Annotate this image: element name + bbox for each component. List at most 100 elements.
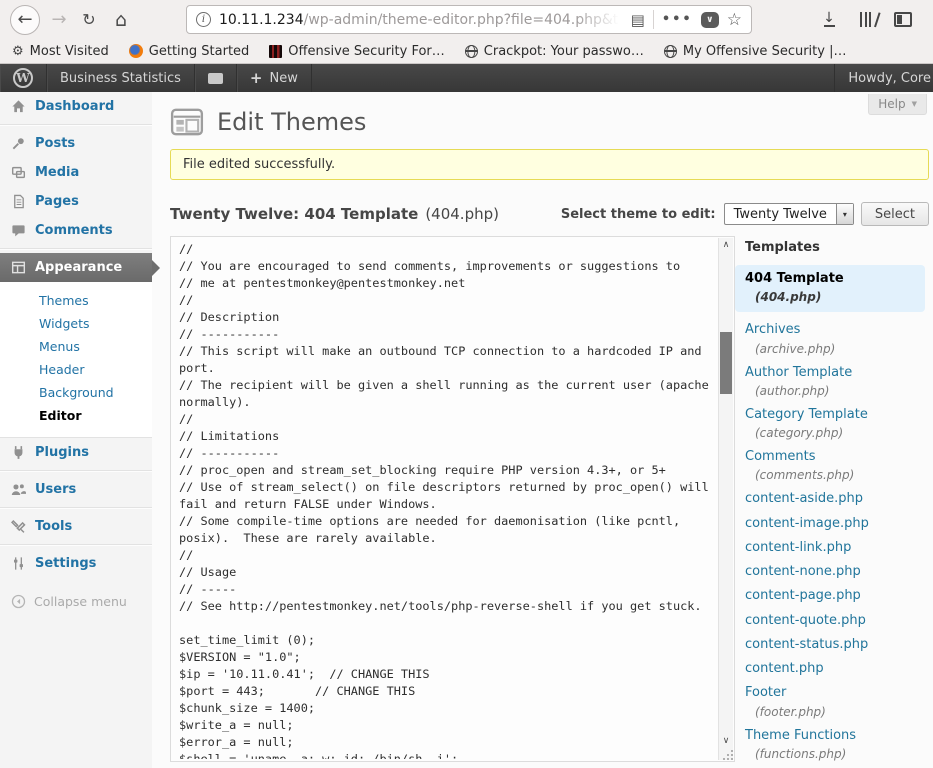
sidebar-item-dashboard[interactable]: Dashboard [0, 92, 152, 121]
dropdown-caret-icon: ▾ [836, 204, 853, 224]
theme-select-dropdown[interactable]: Twenty Twelve ▾ [724, 203, 854, 225]
select-theme-button[interactable]: Select [861, 202, 929, 226]
url-host: 10.11.1.234 [219, 12, 304, 28]
bookmark-label: Crackpot: Your passwo… [484, 44, 644, 59]
template-link[interactable]: content.php [745, 661, 824, 677]
reload-button[interactable]: ↻ [76, 6, 102, 34]
wp-logo-menu[interactable]: W [0, 64, 47, 92]
sidebar-item-users[interactable]: Users [0, 475, 152, 504]
wordpress-logo-icon: W [13, 68, 33, 88]
template-link[interactable]: content-page.php [745, 588, 861, 604]
sidebar-item-posts[interactable]: Posts [0, 129, 152, 158]
admin-sidebar: Dashboard Posts Media Pages Comments App… [0, 92, 152, 768]
template-link[interactable]: Author Template [745, 365, 852, 381]
submenu-item-editor[interactable]: Editor [0, 404, 152, 427]
address-bar[interactable]: i 10.11.1.234/wp-admin/theme-editor.php?… [186, 5, 752, 34]
template-link[interactable]: Theme Functions [745, 728, 856, 744]
library-button[interactable] [860, 12, 876, 27]
sidebar-item-pages[interactable]: Pages [0, 187, 152, 216]
appearance-icon [11, 260, 26, 275]
sidebar-toggle-button[interactable] [894, 12, 912, 27]
collapse-menu-button[interactable]: Collapse menu [0, 594, 152, 609]
bookmarks-toolbar: ⚙Most Visited Getting Started Offensive … [0, 39, 933, 64]
new-content-menu[interactable]: + New [237, 64, 312, 92]
template-link[interactable]: Footer [745, 685, 786, 701]
help-label: Help [878, 97, 905, 111]
new-label: New [269, 71, 297, 86]
url-text[interactable]: 10.11.1.234/wp-admin/theme-editor.php?fi… [219, 12, 623, 28]
template-file-name: (author.php) [745, 384, 925, 399]
back-button[interactable]: ← [10, 5, 40, 35]
pocket-icon[interactable]: ∨ [701, 12, 719, 28]
downloads-button[interactable]: ↓ [818, 12, 840, 27]
template-list-item: content-image.php [735, 516, 925, 532]
sidebar-item-settings[interactable]: Settings [0, 549, 152, 578]
howdy-account-menu[interactable]: Howdy, Core [834, 64, 933, 92]
submenu-item-widgets[interactable]: Widgets [0, 312, 152, 335]
template-list-item: content-page.php [735, 588, 925, 604]
site-name-label: Business Statistics [60, 71, 181, 86]
site-info-icon[interactable]: i [196, 12, 211, 27]
scroll-up-arrow[interactable]: ∧ [719, 238, 733, 252]
help-button[interactable]: Help ▼ [868, 94, 927, 115]
comments-menu[interactable] [195, 64, 237, 92]
template-list-item: Author Template (author.php) [735, 365, 925, 399]
theme-code-editor[interactable]: // // You are encouraged to send comment… [170, 236, 735, 762]
template-link[interactable]: content-aside.php [745, 491, 863, 507]
submenu-item-menus[interactable]: Menus [0, 335, 152, 358]
template-file-name: (functions.php) [745, 747, 925, 762]
collapse-menu-label: Collapse menu [34, 594, 127, 609]
settings-icon [11, 556, 26, 571]
admin-page: Dashboard Posts Media Pages Comments App… [0, 92, 933, 768]
sidebar-item-plugins[interactable]: Plugins [0, 438, 152, 467]
template-link[interactable]: 404 Template [745, 271, 844, 287]
submenu-item-background[interactable]: Background [0, 381, 152, 404]
template-link[interactable]: Category Template [745, 407, 868, 423]
page-actions-icon[interactable]: ••• [662, 12, 693, 27]
bookmark-my-offensive-security[interactable]: My Offensive Security |… [664, 44, 847, 59]
sidebar-item-media[interactable]: Media [0, 158, 152, 187]
scroll-down-arrow[interactable]: ∨ [719, 734, 733, 748]
code-text[interactable]: // // You are encouraged to send comment… [173, 239, 717, 759]
template-link[interactable]: Archives [745, 322, 800, 338]
template-list-item: 404 Template (404.php) [735, 265, 925, 312]
url-path: /wp-admin/theme-editor.php?file=404.php&… [304, 12, 623, 28]
sidebar-item-appearance[interactable]: Appearance [0, 253, 152, 282]
home-button[interactable]: ⌂ [108, 6, 134, 34]
template-link[interactable]: content-status.php [745, 637, 868, 653]
sidebar-item-label: Media [35, 165, 79, 180]
template-link[interactable]: content-quote.php [745, 613, 866, 629]
site-name-menu[interactable]: Business Statistics [47, 64, 195, 92]
submenu-item-themes[interactable]: Themes [0, 289, 152, 312]
bookmark-star-icon[interactable]: ☆ [727, 10, 742, 30]
template-file-name: (404.php) [745, 290, 915, 305]
bookmark-offensive-security[interactable]: Offensive Security For… [269, 44, 444, 59]
bookmark-label: Most Visited [30, 44, 109, 59]
forward-button[interactable]: → [46, 6, 72, 34]
reader-mode-icon[interactable]: ▤ [631, 11, 645, 29]
template-link[interactable]: content-none.php [745, 564, 861, 580]
sidebar-item-label: Pages [35, 194, 79, 209]
sidebar-item-tools[interactable]: Tools [0, 512, 152, 541]
collapse-arrow-icon [11, 594, 26, 609]
scrollbar-thumb[interactable] [720, 332, 732, 394]
sidebar-item-label: Posts [35, 136, 75, 151]
template-link[interactable]: content-link.php [745, 540, 851, 556]
bookmark-crackpot[interactable]: Crackpot: Your passwo… [465, 44, 644, 59]
editor-scrollbar[interactable]: ∧ ∨ [718, 238, 733, 760]
bookmark-most-visited[interactable]: ⚙Most Visited [12, 44, 109, 59]
submenu-item-header[interactable]: Header [0, 358, 152, 381]
template-file-name: (footer.php) [745, 705, 925, 720]
bookmark-getting-started[interactable]: Getting Started [129, 44, 250, 59]
template-link[interactable]: content-image.php [745, 516, 869, 532]
sidebar-item-label: Users [35, 482, 76, 497]
file-title-row: Twenty Twelve: 404 Template (404.php) Se… [170, 202, 929, 226]
sidebar-item-comments[interactable]: Comments [0, 216, 152, 245]
template-link[interactable]: Comments [745, 449, 815, 465]
template-list-item: Footer (footer.php) [735, 685, 925, 719]
template-list-item: Comments (comments.php) [735, 449, 925, 483]
chevron-down-icon: ▼ [912, 100, 917, 108]
notice-text: File edited successfully. [183, 157, 335, 172]
templates-list: 404 Template (404.php) Archives (archive… [735, 265, 925, 768]
plus-icon: + [250, 71, 263, 86]
